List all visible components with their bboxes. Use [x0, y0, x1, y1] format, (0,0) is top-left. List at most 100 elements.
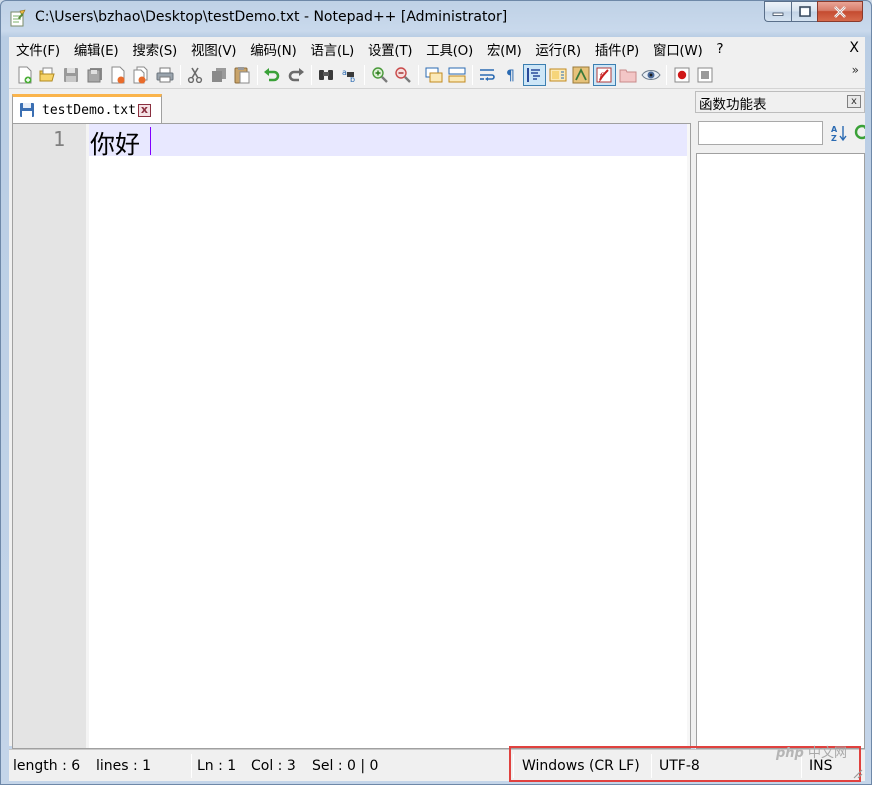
stop-record-icon[interactable] — [694, 64, 717, 86]
svg-text:Z: Z — [831, 134, 837, 142]
cut-icon[interactable] — [184, 64, 207, 86]
svg-text:A: A — [831, 125, 838, 134]
minimize-icon — [772, 12, 784, 16]
monitoring-icon[interactable] — [640, 64, 663, 86]
function-list-header: 函数功能表 x — [695, 91, 865, 113]
status-selection: Sel : 0 | 0 — [312, 758, 379, 774]
toolbar-separator — [666, 64, 668, 85]
toolbar-separator — [472, 64, 474, 85]
toolbar: ab ¶ f » — [9, 61, 865, 89]
menu-tools[interactable]: 工具(O) — [419, 39, 480, 59]
function-list-tree[interactable] — [696, 153, 865, 749]
maximize-icon — [798, 6, 811, 17]
tab-testdemo[interactable]: testDemo.txt x — [12, 94, 162, 123]
save-all-icon[interactable] — [83, 64, 106, 86]
menu-help[interactable]: ? — [709, 41, 730, 57]
current-line-highlight — [89, 124, 689, 156]
undo-icon[interactable] — [261, 64, 284, 86]
toolbar-separator — [256, 64, 258, 85]
menu-file[interactable]: 文件(F) — [9, 39, 67, 59]
editor-area[interactable]: 1 你好 — [12, 123, 691, 749]
print-icon[interactable] — [153, 64, 176, 86]
svg-text:¶: ¶ — [506, 68, 515, 83]
menu-language[interactable]: 语言(L) — [303, 39, 361, 59]
paste-icon[interactable] — [231, 64, 254, 86]
editor-edge — [687, 124, 690, 748]
status-length: length : 6 — [13, 758, 81, 774]
notepadpp-app-icon[interactable] — [9, 9, 27, 27]
menu-view[interactable]: 视图(V) — [184, 39, 243, 59]
toolbar-separator — [418, 64, 420, 85]
new-file-icon[interactable] — [13, 64, 36, 86]
indent-guide-icon[interactable] — [522, 63, 546, 86]
svg-text:a: a — [342, 68, 347, 77]
toolbar-overflow-chevron-icon[interactable]: » — [852, 63, 859, 77]
status-bar: length : 6 lines : 1 Ln : 1 Col : 3 Sel … — [9, 746, 865, 782]
reload-icon[interactable] — [853, 123, 865, 143]
toolbar-separator — [310, 64, 312, 85]
function-search-input[interactable] — [698, 121, 823, 145]
folder-workspace-icon[interactable]: f — [592, 63, 616, 86]
sort-az-icon[interactable]: AZ — [830, 123, 848, 143]
notepadpp-window: C:\Users\bzhao\Desktop\testDemo.txt - No… — [0, 0, 872, 785]
menu-edit[interactable]: 编辑(E) — [67, 39, 126, 59]
menu-macro[interactable]: 宏(M) — [480, 39, 528, 59]
tab-label: testDemo.txt — [42, 102, 136, 118]
caption-buttons — [764, 1, 863, 23]
watermark: php 中文网 — [776, 742, 847, 761]
show-all-chars-icon[interactable]: ¶ — [499, 64, 522, 86]
saved-file-icon — [19, 102, 35, 118]
line-number: 1 — [52, 127, 65, 151]
menu-bar: 文件(F) 编辑(E) 搜索(S) 视图(V) 编码(N) 语言(L) 设置(T… — [9, 37, 865, 61]
menu-encoding[interactable]: 编码(N) — [243, 39, 303, 59]
fold-margin[interactable] — [86, 124, 89, 748]
replace-icon[interactable]: ab — [338, 64, 361, 86]
status-line-number: Ln : 1 — [197, 758, 237, 774]
zoom-out-icon[interactable] — [392, 64, 415, 86]
word-wrap-icon[interactable] — [476, 64, 499, 86]
status-divider — [191, 754, 192, 778]
function-list-icon[interactable] — [570, 64, 593, 86]
client-area: testDemo.txt x 1 你好 函数功能表 x AZ — [9, 89, 865, 749]
menu-run[interactable]: 运行(R) — [528, 39, 587, 59]
menu-plugins[interactable]: 插件(P) — [588, 39, 646, 59]
panel-close-icon[interactable]: x — [847, 95, 861, 108]
watermark-brand: php — [776, 746, 804, 761]
record-macro-icon[interactable] — [670, 64, 693, 86]
find-icon[interactable] — [315, 64, 338, 86]
redo-icon[interactable] — [284, 64, 307, 86]
toolbar-separator — [364, 64, 366, 85]
status-column: Col : 3 — [251, 758, 296, 774]
menu-settings[interactable]: 设置(T) — [361, 39, 419, 59]
minimize-button[interactable] — [764, 1, 791, 22]
open-file-icon[interactable] — [36, 64, 59, 86]
line-number-gutter: 1 — [13, 124, 86, 748]
editor-line-text[interactable]: 你好 — [90, 125, 140, 161]
window-title: C:\Users\bzhao\Desktop\testDemo.txt - No… — [35, 9, 508, 25]
title-bar[interactable]: C:\Users\bzhao\Desktop\testDemo.txt - No… — [1, 1, 871, 37]
menu-search[interactable]: 搜索(S) — [125, 39, 184, 59]
zoom-in-icon[interactable] — [368, 64, 391, 86]
toolbar-separator — [179, 64, 181, 85]
close-icon — [834, 5, 846, 18]
doc-map-icon[interactable] — [546, 64, 569, 86]
function-list-title: 函数功能表 — [699, 97, 767, 113]
tab-bar: testDemo.txt x — [9, 89, 693, 123]
close-icon[interactable] — [107, 64, 130, 86]
save-icon[interactable] — [60, 64, 83, 86]
maximize-button[interactable] — [791, 1, 817, 22]
copy-icon[interactable] — [207, 64, 230, 86]
menu-window[interactable]: 窗口(W) — [646, 39, 709, 59]
sync-vertical-icon[interactable] — [422, 64, 445, 86]
function-list-panel: 函数功能表 x AZ — [695, 89, 865, 749]
sync-horizontal-icon[interactable] — [446, 64, 469, 86]
close-all-icon[interactable] — [130, 64, 153, 86]
doc-switcher-icon[interactable] — [616, 64, 639, 86]
resize-grip-icon[interactable] — [851, 767, 863, 779]
watermark-site: 中文网 — [808, 746, 848, 761]
tab-close-icon[interactable]: x — [137, 103, 151, 117]
status-lines: lines : 1 — [96, 758, 152, 774]
text-caret — [150, 127, 151, 155]
close-window-button[interactable] — [817, 1, 863, 22]
close-document-menu-button[interactable]: X — [849, 40, 859, 56]
